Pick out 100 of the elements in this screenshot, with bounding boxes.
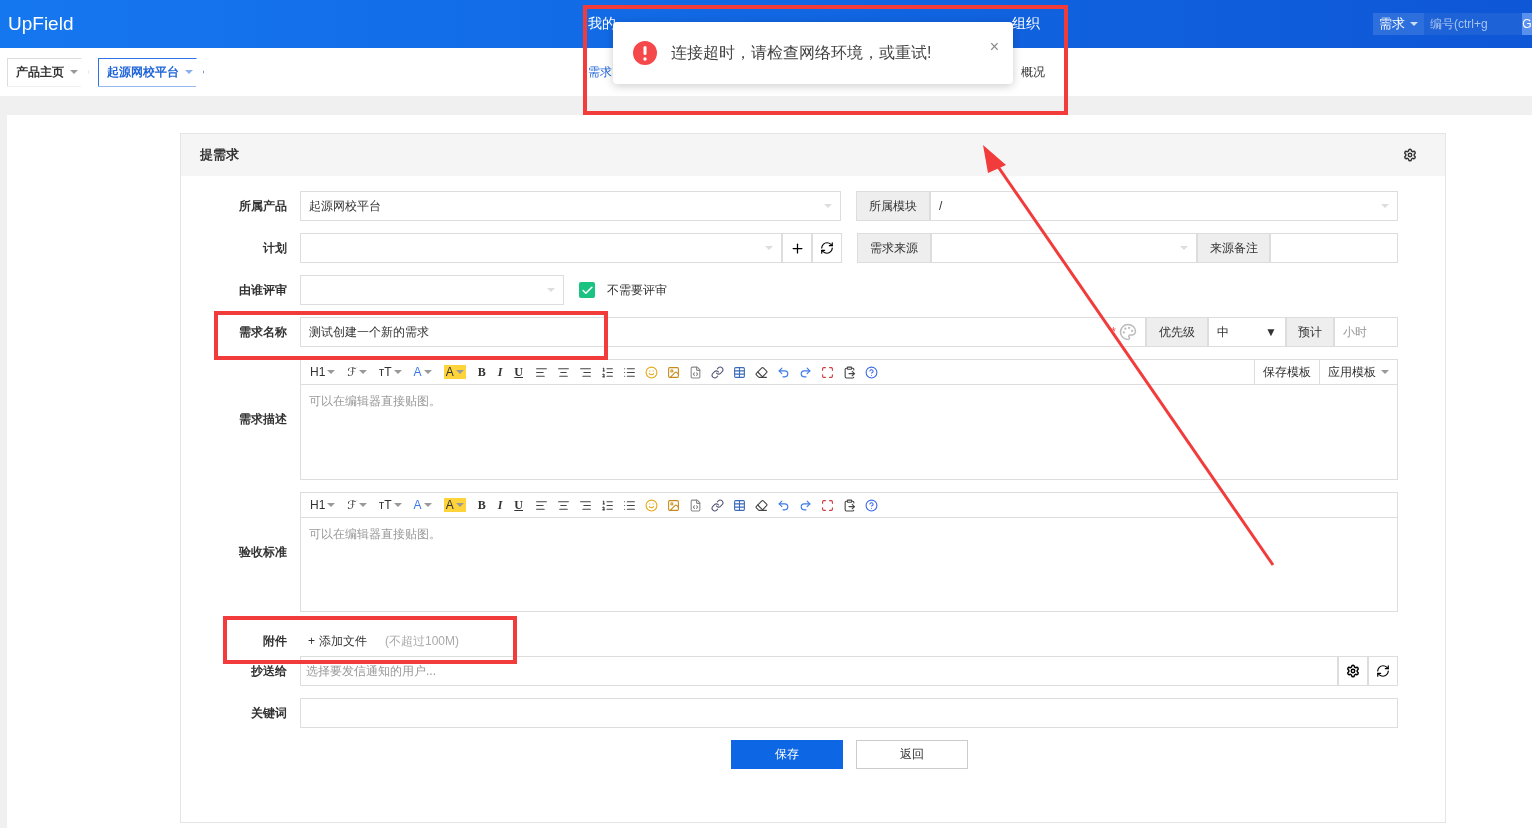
eraser-icon[interactable] xyxy=(755,365,768,379)
search-field[interactable]: 编号(ctrl+g xyxy=(1424,13,1522,35)
image-icon[interactable] xyxy=(667,365,680,379)
add-file-link[interactable]: + 添加文件 xyxy=(308,632,367,650)
plus-icon xyxy=(789,240,805,256)
name-field[interactable]: 测试创建一个新的需求 * xyxy=(300,317,1146,347)
field-label: 关键词 xyxy=(250,704,287,722)
rich-text-editor[interactable]: H1 ℱ тT A A B I U 保存模板 应用模板 可以在编辑器直接贴图。 xyxy=(300,359,1398,480)
format-tool[interactable]: H1 xyxy=(310,365,336,379)
align-right-icon[interactable] xyxy=(579,365,592,379)
redo-icon[interactable] xyxy=(799,365,812,379)
align-left-icon[interactable] xyxy=(535,365,548,379)
product-select[interactable]: 起源网校平台 xyxy=(300,191,841,221)
code-file-icon[interactable] xyxy=(689,365,702,379)
save-button[interactable]: 保存 xyxy=(730,740,843,769)
format-tool[interactable]: U xyxy=(514,364,523,380)
settings-icon xyxy=(1346,664,1360,678)
refresh-icon xyxy=(820,241,834,255)
caret-icon xyxy=(185,70,193,74)
clipboard-icon[interactable] xyxy=(843,365,856,379)
editor-placeholder: 可以在编辑器直接贴图。 xyxy=(309,527,441,541)
image-icon[interactable] xyxy=(667,498,680,512)
format-tool[interactable]: U xyxy=(514,497,523,513)
caret-icon xyxy=(70,70,78,74)
menu-tab[interactable]: 概况 xyxy=(1021,63,1045,81)
format-tool[interactable]: A xyxy=(413,498,432,512)
align-right-icon[interactable] xyxy=(579,498,592,512)
module-select[interactable]: / xyxy=(930,191,1398,221)
align-center-icon[interactable] xyxy=(557,365,570,379)
redo-icon[interactable] xyxy=(799,498,812,512)
cc-field[interactable]: 选择要发信通知的用户... xyxy=(300,656,1338,686)
menu-tab[interactable]: 需求 xyxy=(588,63,612,81)
format-tool[interactable]: I xyxy=(497,497,503,513)
bullet-list-icon[interactable] xyxy=(623,498,636,512)
bullet-list-icon[interactable] xyxy=(623,365,636,379)
caret-icon xyxy=(1381,370,1389,374)
back-button[interactable]: 返回 xyxy=(855,740,968,769)
keywords-field[interactable] xyxy=(300,698,1398,728)
field-label: 需求描述 xyxy=(238,411,287,428)
help-icon[interactable] xyxy=(865,498,878,512)
refresh-icon xyxy=(1376,664,1390,678)
caret-icon xyxy=(1410,22,1418,26)
undo-icon[interactable] xyxy=(777,365,790,379)
settings-icon[interactable] xyxy=(1403,148,1417,162)
numbered-list-icon[interactable] xyxy=(601,365,614,379)
card-title: 提需求 xyxy=(200,146,239,164)
editor-placeholder: 可以在编辑器直接贴图。 xyxy=(309,394,441,408)
size-limit-note: (不超过100M) xyxy=(385,632,460,650)
field-label: 计划 xyxy=(261,239,287,257)
required-mark: * xyxy=(1111,325,1116,339)
format-tool[interactable]: H1 xyxy=(310,498,336,512)
field-label: 抄送给 xyxy=(250,662,287,680)
caret-icon xyxy=(1381,204,1389,208)
logo[interactable]: UpField xyxy=(0,13,588,35)
checkbox-label: 不需要评审 xyxy=(607,281,667,299)
caret-icon xyxy=(547,288,555,292)
link-icon[interactable] xyxy=(711,498,724,512)
rich-text-editor[interactable]: H1 ℱ тT A A B I U 可以在编辑器直接贴图。 xyxy=(300,492,1398,612)
format-tool[interactable]: ℱ xyxy=(347,365,367,379)
help-icon[interactable] xyxy=(865,365,878,379)
field-addon: 优先级 xyxy=(1146,317,1208,347)
refresh-button[interactable] xyxy=(812,233,842,263)
fullscreen-icon[interactable] xyxy=(821,365,834,379)
table-icon[interactable] xyxy=(733,365,746,379)
source-note-field[interactable] xyxy=(1270,233,1398,263)
eraser-icon[interactable] xyxy=(755,498,768,512)
nav-item[interactable]: 组织 xyxy=(1012,11,1040,37)
search-scope-dropdown[interactable]: 需求 xyxy=(1373,13,1424,35)
format-tool[interactable]: тT xyxy=(378,365,402,379)
undo-icon[interactable] xyxy=(777,498,790,512)
format-tool[interactable]: A xyxy=(443,498,466,512)
align-center-icon[interactable] xyxy=(557,498,570,512)
field-addon: 所属模块 xyxy=(856,191,930,221)
field-label: 需求名称 xyxy=(238,323,287,341)
link-icon[interactable] xyxy=(711,365,724,379)
field-label: 附件 xyxy=(262,632,287,650)
numbered-list-icon[interactable] xyxy=(601,498,614,512)
checkbox[interactable] xyxy=(579,282,595,298)
format-tool[interactable]: ℱ xyxy=(347,498,367,512)
format-tool[interactable]: A xyxy=(443,365,466,379)
table-icon[interactable] xyxy=(733,498,746,512)
close-button[interactable]: × xyxy=(989,38,999,56)
format-tool[interactable]: B xyxy=(477,364,486,380)
fullscreen-icon[interactable] xyxy=(821,498,834,512)
field-label: 所属产品 xyxy=(238,197,287,215)
align-left-icon[interactable] xyxy=(535,498,548,512)
format-tool[interactable]: I xyxy=(497,364,503,380)
clipboard-icon[interactable] xyxy=(843,498,856,512)
field-addon: 预计 xyxy=(1286,317,1334,347)
code-file-icon[interactable] xyxy=(689,498,702,512)
format-tool[interactable]: B xyxy=(477,497,486,513)
field-addon: 来源备注 xyxy=(1197,233,1270,263)
format-tool[interactable]: A xyxy=(413,365,432,379)
toast-message: 连接超时，请检查网络环境，或重试! xyxy=(671,42,932,63)
settings-button[interactable] xyxy=(1338,656,1368,686)
refresh-button[interactable] xyxy=(1368,656,1398,686)
format-tool[interactable]: тT xyxy=(378,498,402,512)
priority-select[interactable]: 中 ▼ xyxy=(1208,317,1286,347)
caret-icon xyxy=(765,246,773,250)
field-label: 由谁评审 xyxy=(238,281,287,299)
